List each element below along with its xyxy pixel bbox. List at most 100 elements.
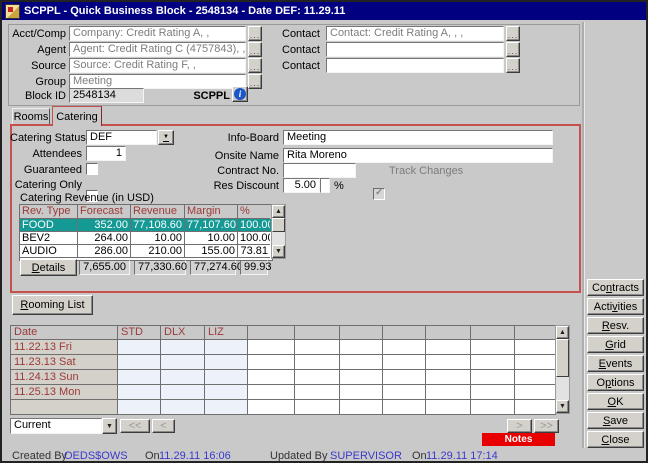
grid-cell[interactable] bbox=[161, 400, 205, 415]
grid-cell[interactable] bbox=[295, 370, 340, 385]
grid-cell[interactable] bbox=[248, 385, 295, 400]
block-id-field[interactable]: 2548134 bbox=[69, 88, 144, 103]
grid-cell[interactable] bbox=[161, 385, 205, 400]
revenue-scroll-thumb[interactable] bbox=[272, 218, 285, 232]
contact1-browse-button[interactable]: ... bbox=[506, 26, 520, 41]
grid-cell[interactable] bbox=[515, 385, 556, 400]
contact3-field[interactable] bbox=[326, 58, 504, 73]
nav-first-button[interactable]: << bbox=[120, 419, 150, 433]
grid-button[interactable]: Grid bbox=[587, 336, 644, 353]
grid-cell[interactable] bbox=[295, 340, 340, 355]
grid-cell[interactable] bbox=[426, 370, 471, 385]
grid-cell[interactable] bbox=[471, 370, 515, 385]
scroll-up-icon[interactable]: ▲ bbox=[272, 205, 285, 218]
grid-cell[interactable] bbox=[340, 370, 383, 385]
notes-lamp[interactable]: Notes bbox=[482, 433, 555, 446]
close-button[interactable]: Close bbox=[587, 431, 644, 448]
grid-cell[interactable] bbox=[248, 340, 295, 355]
guaranteed-checkbox[interactable] bbox=[86, 163, 98, 175]
grid-cell[interactable] bbox=[118, 400, 161, 415]
grid-cell[interactable] bbox=[205, 400, 248, 415]
details-button[interactable]: Details bbox=[20, 259, 77, 276]
catering-status-field[interactable]: DEF bbox=[86, 130, 157, 145]
grid-cell[interactable] bbox=[295, 355, 340, 370]
grid-cell[interactable] bbox=[248, 400, 295, 415]
grid-cell[interactable] bbox=[118, 370, 161, 385]
grid-cell[interactable] bbox=[383, 370, 426, 385]
scroll-down-icon[interactable]: ▼ bbox=[272, 245, 285, 258]
grid-cell[interactable] bbox=[515, 340, 556, 355]
grid-cell[interactable] bbox=[295, 400, 340, 415]
acct-comp-field[interactable]: Company: Credit Rating A, , bbox=[69, 26, 246, 41]
contact3-browse-button[interactable]: ... bbox=[506, 58, 520, 73]
date-range-dropdown-button[interactable]: ▼ bbox=[102, 418, 117, 434]
grid-cell[interactable] bbox=[340, 400, 383, 415]
grid-cell[interactable] bbox=[426, 400, 471, 415]
onsite-name-field[interactable]: Rita Moreno bbox=[283, 148, 553, 163]
agent-field[interactable]: Agent: Credit Rating C (4757843), , bbox=[69, 42, 246, 57]
grid-cell[interactable] bbox=[471, 355, 515, 370]
grid-cell[interactable] bbox=[205, 340, 248, 355]
grid-cell[interactable] bbox=[161, 370, 205, 385]
scroll-down-icon[interactable]: ▼ bbox=[556, 400, 569, 413]
grid-cell[interactable] bbox=[426, 340, 471, 355]
source-browse-button[interactable]: ... bbox=[248, 58, 262, 73]
grid-scroll-thumb[interactable] bbox=[556, 339, 569, 377]
grid-cell[interactable] bbox=[515, 355, 556, 370]
grid-cell[interactable] bbox=[426, 355, 471, 370]
contracts-button[interactable]: Contracts bbox=[587, 279, 644, 296]
grid-cell[interactable] bbox=[205, 355, 248, 370]
grid-cell[interactable] bbox=[471, 400, 515, 415]
grid-cell[interactable] bbox=[340, 340, 383, 355]
grid-cell[interactable] bbox=[118, 355, 161, 370]
activities-button[interactable]: Activities bbox=[587, 298, 644, 315]
info-board-field[interactable]: Meeting bbox=[283, 130, 553, 145]
grid-cell[interactable] bbox=[118, 340, 161, 355]
catering-status-dropdown-button[interactable]: ▼ bbox=[158, 130, 174, 145]
grid-cell[interactable] bbox=[383, 385, 426, 400]
events-button[interactable]: Events bbox=[587, 355, 644, 372]
resv-button[interactable]: Resv. bbox=[587, 317, 644, 334]
nav-next-button[interactable]: > bbox=[507, 419, 532, 433]
grid-cell[interactable] bbox=[118, 385, 161, 400]
grid-scrollbar[interactable]: ▲ ▼ bbox=[555, 325, 570, 414]
grid-cell[interactable] bbox=[383, 340, 426, 355]
contact2-field[interactable] bbox=[326, 42, 504, 57]
agent-browse-button[interactable]: ... bbox=[248, 42, 262, 57]
res-discount-field[interactable]: 5.00 bbox=[283, 178, 320, 193]
title-bar[interactable]: SCPPL - Quick Business Block - 2548134 -… bbox=[2, 2, 646, 20]
options-button[interactable]: Options bbox=[587, 374, 644, 391]
ok-button[interactable]: OK bbox=[587, 393, 644, 410]
revenue-row-bev2[interactable]: BEV2 264.00 10.00 10.00 100.00 bbox=[20, 232, 272, 245]
grid-cell[interactable] bbox=[515, 370, 556, 385]
grid-cell[interactable] bbox=[515, 400, 556, 415]
property-info-button[interactable]: i bbox=[232, 86, 248, 102]
revenue-scrollbar[interactable]: ▲ ▼ bbox=[271, 204, 286, 259]
grid-cell[interactable] bbox=[295, 385, 340, 400]
date-range-select[interactable]: Current bbox=[10, 418, 102, 434]
grid-cell[interactable] bbox=[340, 355, 383, 370]
grid-cell[interactable] bbox=[205, 370, 248, 385]
nav-prev-button[interactable]: < bbox=[152, 419, 175, 433]
grid-cell[interactable] bbox=[248, 370, 295, 385]
grid-cell[interactable] bbox=[161, 355, 205, 370]
grid-cell[interactable] bbox=[340, 385, 383, 400]
grid-cell[interactable] bbox=[426, 385, 471, 400]
acct-comp-browse-button[interactable]: ... bbox=[248, 26, 262, 41]
grid-cell[interactable] bbox=[161, 340, 205, 355]
scroll-up-icon[interactable]: ▲ bbox=[556, 326, 569, 339]
grid-cell[interactable] bbox=[471, 385, 515, 400]
tab-catering[interactable]: Catering bbox=[52, 106, 102, 126]
nav-last-button[interactable]: >> bbox=[534, 419, 559, 433]
contract-no-field[interactable] bbox=[283, 163, 356, 178]
contact2-browse-button[interactable]: ... bbox=[506, 42, 520, 57]
grid-cell[interactable] bbox=[383, 400, 426, 415]
grid-cell[interactable] bbox=[471, 340, 515, 355]
grid-cell[interactable] bbox=[248, 355, 295, 370]
source-field[interactable]: Source: Credit Rating F, , bbox=[69, 58, 246, 73]
rooming-list-button[interactable]: Rooming List bbox=[12, 295, 93, 315]
revenue-row-audio[interactable]: AUDIO 286.00 210.00 155.00 73.81 bbox=[20, 245, 272, 258]
contact1-field[interactable]: Contact: Credit Rating A, , , bbox=[326, 26, 504, 41]
tab-rooms[interactable]: Rooms bbox=[12, 108, 50, 125]
attendees-field[interactable]: 1 bbox=[86, 146, 126, 161]
